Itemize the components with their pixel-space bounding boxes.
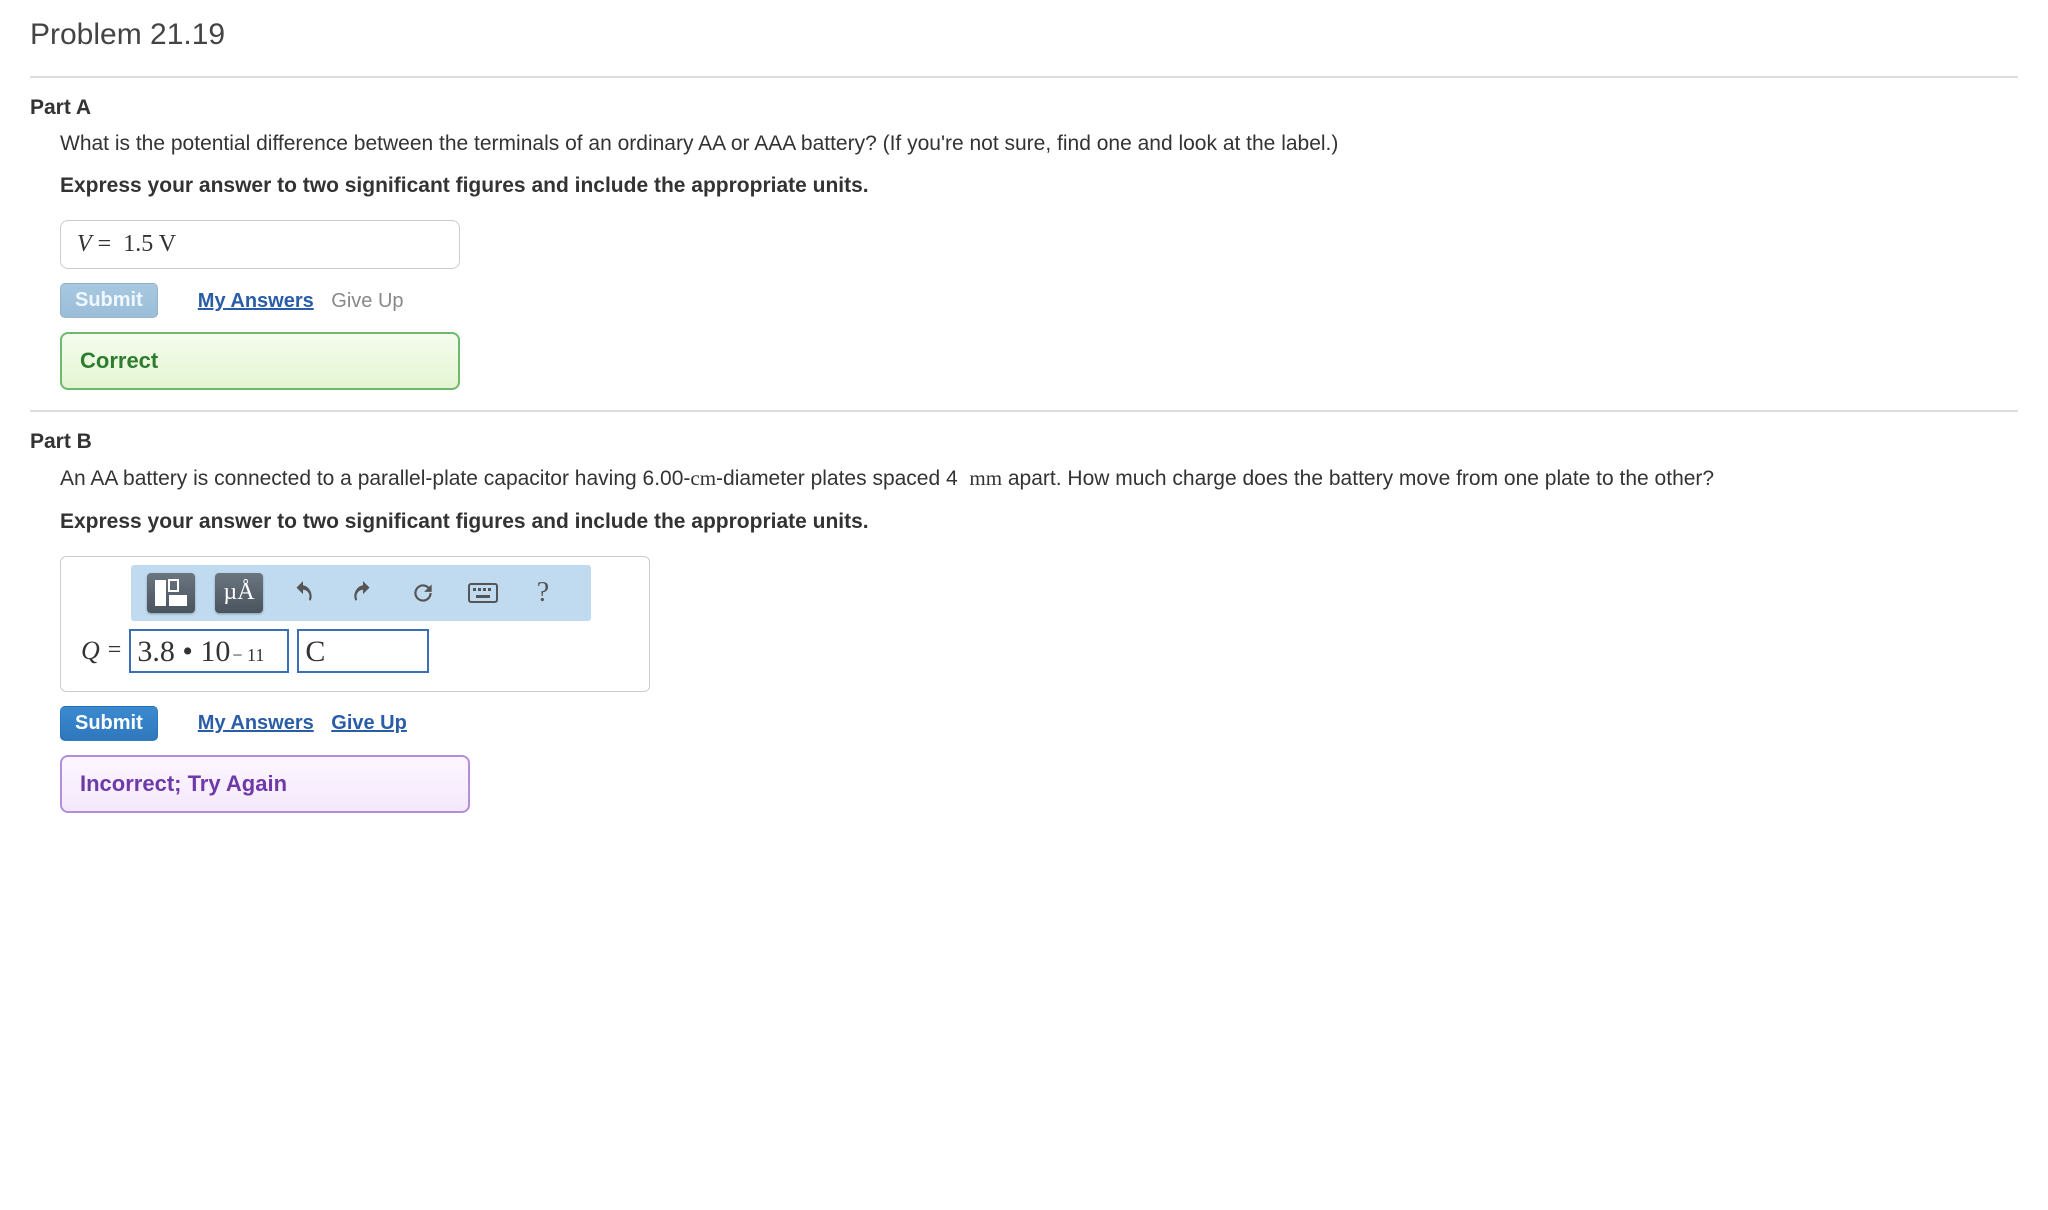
part-b-answer-var: Q xyxy=(81,636,100,666)
give-up-link[interactable]: Give Up xyxy=(331,712,407,734)
part-a-answer-value: 1.5 V xyxy=(123,231,176,257)
value-base: 3.8 • 10 xyxy=(137,635,230,669)
submit-button[interactable]: Submit xyxy=(60,283,158,318)
part-a-feedback: Correct xyxy=(60,332,460,390)
unit-input[interactable]: C xyxy=(297,629,429,673)
part-a-answer-eq: = xyxy=(98,231,112,257)
part-b-body: An AA battery is connected to a parallel… xyxy=(30,464,2018,812)
part-b-answer-eq: = xyxy=(108,637,122,664)
part-a-answer-var: V xyxy=(77,231,92,257)
part-b-button-row: Submit My Answers Give Up xyxy=(60,706,2018,741)
part-a-body: What is the potential difference between… xyxy=(30,130,2018,392)
q-unit: cm xyxy=(690,466,716,490)
q-text: apart. How much charge does the battery … xyxy=(1002,467,1714,490)
value-input[interactable]: 3.8 • 10− 11 xyxy=(129,629,289,673)
part-b-answer-area: µÅ ? Q = 3.8 • 10− 11 C xyxy=(60,556,650,692)
problem-title: Problem 21.19 xyxy=(30,18,2018,52)
keyboard-icon[interactable] xyxy=(463,573,503,613)
give-up-link: Give Up xyxy=(331,290,403,312)
my-answers-link[interactable]: My Answers xyxy=(198,290,314,312)
template-icon[interactable] xyxy=(147,573,195,613)
part-a-answer-box: V = 1.5 V xyxy=(60,220,460,269)
reset-icon[interactable] xyxy=(403,573,443,613)
part-a-instruction: Express your answer to two significant f… xyxy=(60,174,2018,198)
units-icon[interactable]: µÅ xyxy=(215,573,263,613)
divider xyxy=(30,410,2018,412)
my-answers-link[interactable]: My Answers xyxy=(198,712,314,734)
part-a-button-row: Submit My Answers Give Up xyxy=(60,283,2018,318)
submit-button[interactable]: Submit xyxy=(60,706,158,741)
part-a-question: What is the potential difference between… xyxy=(60,130,2018,158)
part-a-header: Part A xyxy=(30,96,2018,120)
q-text: An AA battery is connected to a parallel… xyxy=(60,467,690,490)
part-b-header: Part B xyxy=(30,430,2018,454)
part-b-feedback: Incorrect; Try Again xyxy=(60,755,470,813)
equation-toolbar: µÅ ? xyxy=(131,565,591,621)
q-text: -diameter plates spaced 4 xyxy=(716,467,963,490)
help-icon[interactable]: ? xyxy=(523,573,563,613)
divider xyxy=(30,76,2018,78)
undo-icon[interactable] xyxy=(283,573,323,613)
q-unit: mm xyxy=(969,466,1002,490)
part-b-question: An AA battery is connected to a parallel… xyxy=(60,464,2018,493)
part-b-instruction: Express your answer to two significant f… xyxy=(60,510,2018,534)
part-b-answer-row: Q = 3.8 • 10− 11 C xyxy=(61,629,649,691)
redo-icon[interactable] xyxy=(343,573,383,613)
value-exp: − 11 xyxy=(232,645,264,665)
